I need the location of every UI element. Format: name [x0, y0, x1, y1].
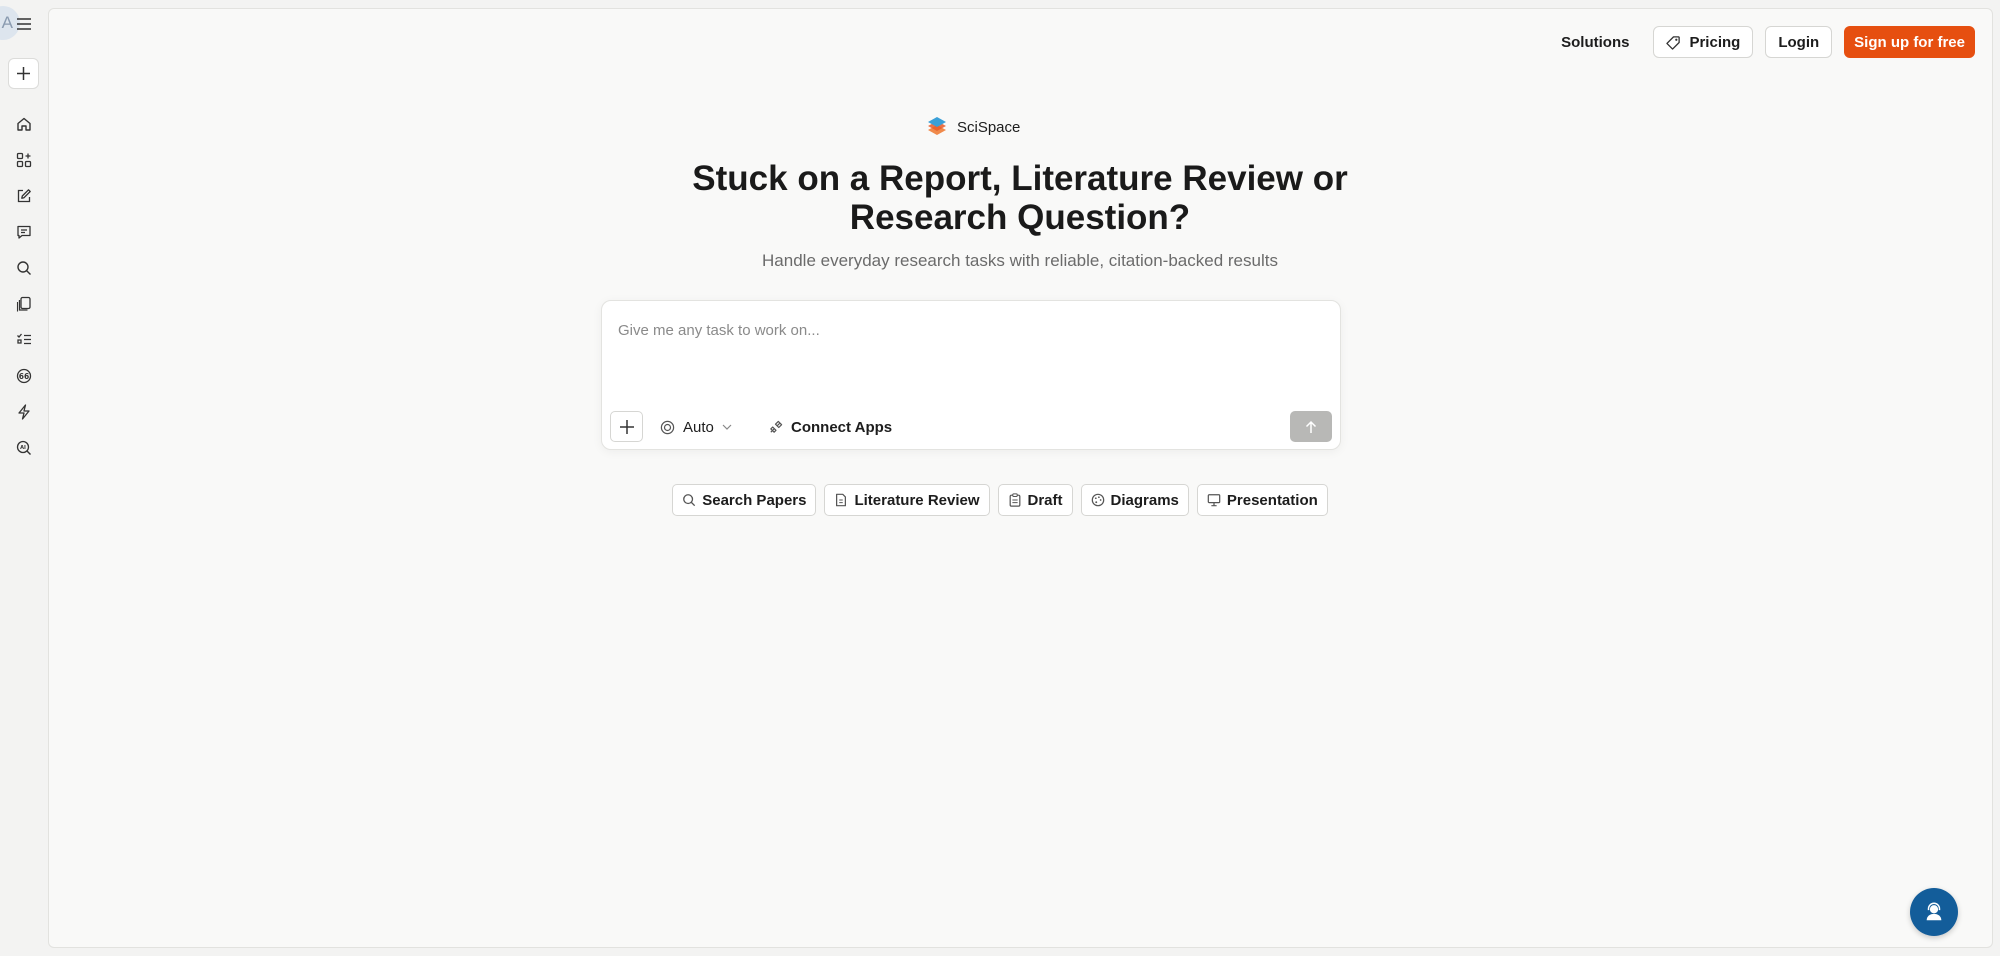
- task-composer: Auto Connect Apps: [601, 300, 1341, 450]
- sidebar-item-apps[interactable]: [14, 150, 34, 170]
- login-button[interactable]: Login: [1765, 26, 1833, 58]
- tag-icon: [1666, 35, 1681, 50]
- connect-apps-label: Connect Apps: [791, 418, 893, 436]
- library-icon: [16, 296, 31, 312]
- search-icon: [683, 494, 696, 507]
- sidebar: A 66 AI: [0, 0, 48, 956]
- sidebar-item-home[interactable]: [14, 114, 34, 134]
- pricing-button[interactable]: Pricing: [1653, 26, 1754, 58]
- sidebar-item-write[interactable]: [14, 186, 34, 206]
- signup-button[interactable]: Sign up for free: [1844, 26, 1975, 58]
- top-navigation: Solutions Pricing Login Sign up for free: [1549, 26, 1975, 58]
- brand: SciSpace: [926, 115, 1020, 139]
- support-agent-icon: [1926, 902, 1942, 921]
- login-label: Login: [1778, 33, 1820, 51]
- edit-icon: [17, 189, 31, 203]
- svg-text:AI: AI: [20, 445, 26, 451]
- search-icon: [17, 261, 31, 275]
- mode-value: Auto: [683, 418, 714, 436]
- chip-draft[interactable]: Draft: [997, 484, 1073, 516]
- plus-icon: [619, 419, 634, 434]
- sidebar-item-ai-detector[interactable]: AI: [14, 438, 34, 458]
- sidebar-item-search[interactable]: [14, 258, 34, 278]
- bolt-icon: [18, 404, 30, 420]
- task-input[interactable]: [618, 319, 1318, 341]
- page-title: Stuck on a Report, Literature Review or …: [620, 159, 1420, 237]
- clipboard-icon: [1009, 493, 1020, 507]
- support-chat-button[interactable]: [1910, 888, 1958, 936]
- target-icon: [660, 420, 675, 434]
- mode-dropdown[interactable]: Auto: [660, 415, 732, 439]
- solutions-link[interactable]: Solutions: [1549, 26, 1641, 58]
- page-subtitle: Handle everyday research tasks with reli…: [762, 251, 1278, 270]
- signup-label: Sign up for free: [1854, 33, 1965, 51]
- plus-icon: [17, 67, 30, 80]
- home-icon: [17, 117, 31, 131]
- brand-name: SciSpace: [957, 118, 1021, 136]
- title-line-2: Research Question?: [849, 198, 1191, 237]
- chat-icon: [17, 225, 31, 239]
- suggestion-chips: Search Papers Literature Review Draft Di…: [0, 484, 2000, 516]
- chip-literature-review[interactable]: Literature Review: [824, 484, 990, 516]
- sidebar-item-library[interactable]: [14, 294, 34, 314]
- title-line-1: Stuck on a Report, Literature Review or: [692, 159, 1348, 198]
- citation-icon: 66: [16, 368, 32, 384]
- ai-detector-icon: AI: [16, 440, 31, 455]
- document-icon: [836, 493, 847, 507]
- chip-diagrams[interactable]: Diagrams: [1080, 484, 1189, 516]
- new-task-button[interactable]: [8, 58, 39, 89]
- chip-label: Draft: [1027, 491, 1063, 509]
- scispace-logo-icon: [928, 117, 946, 135]
- sidebar-item-agents[interactable]: [14, 402, 34, 422]
- connect-apps-button[interactable]: Connect Apps: [768, 415, 892, 439]
- chevron-down-icon: [722, 424, 732, 430]
- sidebar-item-checklist[interactable]: [14, 330, 34, 350]
- chip-search-papers[interactable]: Search Papers: [672, 484, 817, 516]
- apps-grid-icon: [16, 152, 32, 168]
- pricing-label: Pricing: [1689, 33, 1741, 51]
- send-button[interactable]: [1290, 411, 1332, 442]
- chip-label: Literature Review: [854, 491, 980, 509]
- checklist-icon: [17, 333, 31, 345]
- svg-text:66: 66: [19, 372, 29, 381]
- sidebar-item-chat[interactable]: [14, 222, 34, 242]
- plug-icon: [770, 420, 783, 433]
- attach-button[interactable]: [610, 411, 643, 442]
- chip-label: Diagrams: [1110, 491, 1179, 509]
- chip-label: Presentation: [1226, 491, 1318, 509]
- hamburger-menu-icon[interactable]: [15, 15, 33, 33]
- main-panel: Solutions Pricing Login Sign up for free: [48, 8, 1993, 948]
- palette-icon: [1091, 493, 1104, 507]
- chip-label: Search Papers: [702, 491, 807, 509]
- avatar-letter: A: [1, 13, 13, 32]
- arrow-up-icon: [1305, 420, 1317, 433]
- chip-presentation[interactable]: Presentation: [1196, 484, 1328, 516]
- monitor-icon: [1207, 494, 1221, 507]
- sidebar-item-citation[interactable]: 66: [14, 366, 34, 386]
